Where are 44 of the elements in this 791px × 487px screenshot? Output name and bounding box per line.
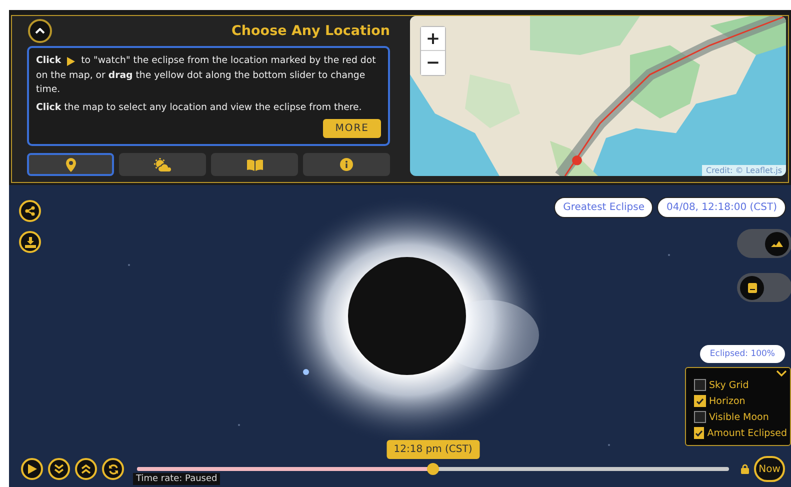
instruction-text: to "watch" the eclipse from the location marked by the red dot [81, 54, 376, 68]
time-rate-label: Time rate: Paused [133, 473, 220, 485]
refresh-icon [108, 464, 118, 474]
collapse-button[interactable] [28, 19, 52, 43]
info-badge: Greatest Eclipse [554, 197, 654, 218]
double-chevron-up-icon [81, 464, 91, 474]
play-icon [67, 56, 76, 66]
play-icon [28, 464, 36, 474]
toggle-switch[interactable] [737, 273, 791, 302]
info-badge: 04/08, 12:18:00 (CST) [657, 197, 786, 218]
sun-cloud-icon [152, 158, 172, 172]
tab[interactable] [119, 153, 206, 176]
eclipsed-badge: Eclipsed: 100% [700, 345, 785, 363]
book-icon [246, 158, 262, 170]
checkbox[interactable] [694, 379, 706, 391]
instruction-text: Click [36, 54, 62, 68]
checkbox[interactable] [694, 411, 706, 423]
map-credit: Credit: © Leaflet.js [702, 165, 786, 176]
tab[interactable] [303, 153, 390, 176]
option-label: Visible Moon [709, 412, 769, 422]
chevron-down-icon[interactable] [776, 370, 787, 377]
download-icon [24, 236, 36, 248]
panel-title: Choose Any Location [232, 23, 390, 39]
zoom-in-button[interactable]: + [421, 27, 445, 51]
toggle-switch[interactable] [737, 229, 791, 258]
checkbox[interactable] [694, 427, 704, 439]
double-chevron-down-icon [54, 464, 64, 474]
option-label: Horizon [709, 396, 746, 406]
instruction-text: Click the map to select any location and view the eclipse from there. [36, 100, 363, 114]
moon-card-icon [748, 282, 756, 292]
mountain-icon [771, 240, 783, 246]
tab[interactable] [211, 153, 298, 176]
map-pin-icon [64, 158, 76, 172]
option-label: Amount Eclipsed [707, 428, 787, 438]
lock-icon [741, 464, 749, 474]
tab[interactable] [27, 153, 114, 176]
share-icon [25, 206, 35, 216]
time-tooltip: 12:18 pm (CST) [386, 440, 480, 459]
chevron-up-icon [35, 28, 45, 34]
checkbox[interactable] [694, 395, 706, 407]
instruction-text: on the map, or drag the yellow dot along the bottom slider to change time. [36, 68, 366, 97]
option-label: Sky Grid [709, 380, 749, 390]
more-button[interactable]: MORE [323, 119, 381, 138]
info-icon [340, 158, 353, 171]
